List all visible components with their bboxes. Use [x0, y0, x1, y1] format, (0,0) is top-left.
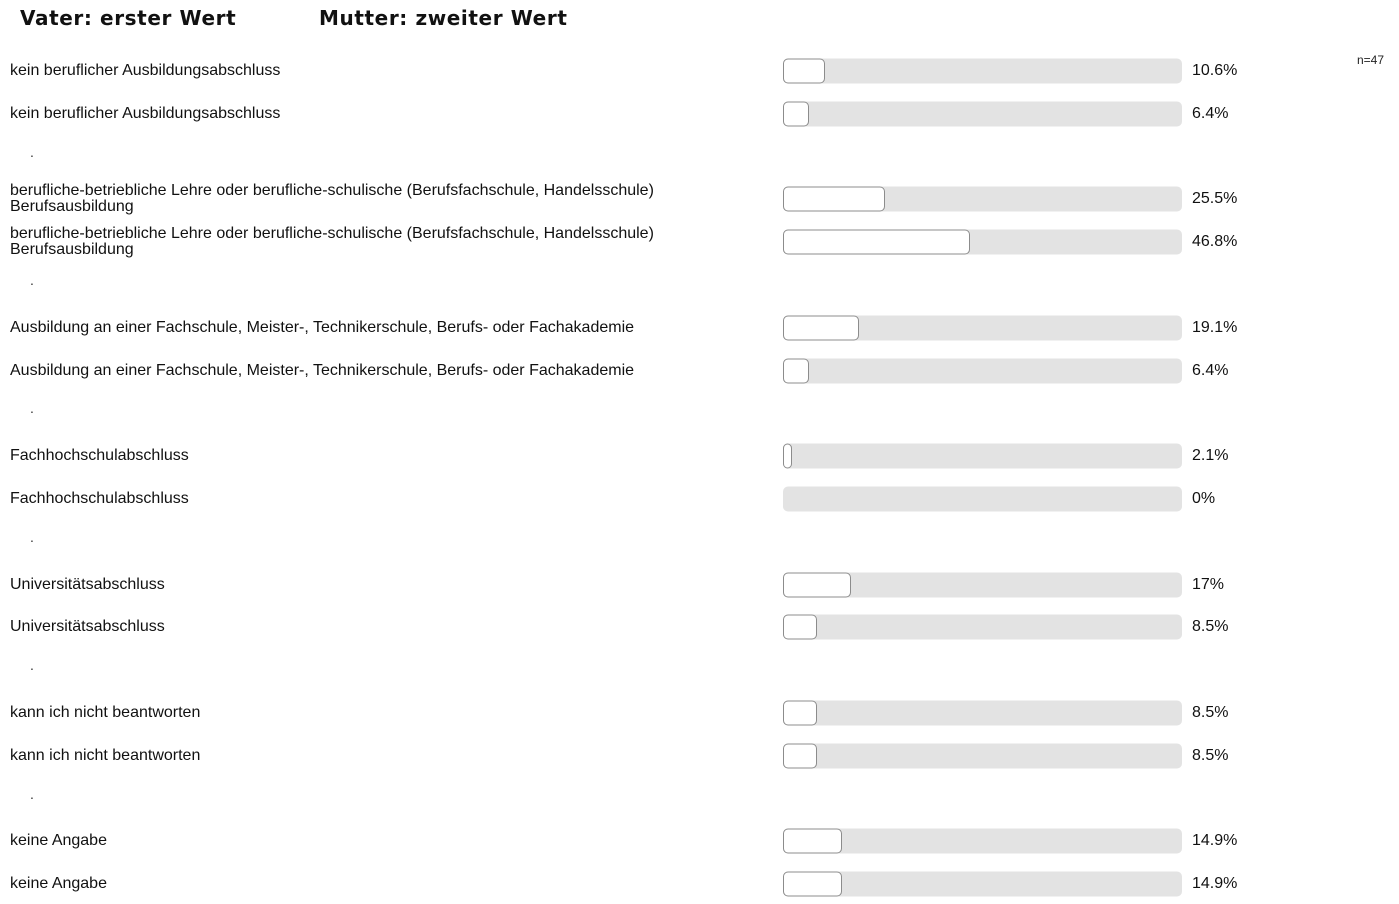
bar-fill	[783, 572, 851, 598]
group-separator: .	[30, 657, 34, 674]
bar-track	[783, 186, 1182, 212]
bar-row: keine Angabe 14.9%	[0, 864, 1340, 904]
bar-fill	[783, 871, 843, 897]
percent-label: 14.9%	[1192, 875, 1238, 893]
bar-fill	[783, 101, 809, 127]
bar-track	[783, 101, 1182, 127]
percent-label: 0%	[1192, 490, 1216, 507]
percent-label: 19.1%	[1192, 318, 1238, 336]
group-separator: .	[30, 785, 34, 802]
bar-fill	[783, 315, 860, 341]
bar-fill	[783, 828, 843, 854]
bar-track	[783, 58, 1182, 84]
bar-row: Fachhochschulabschluss 2.1%	[0, 436, 1340, 476]
bar-chart: kein beruflicher Ausbildungsabschluss 10.…	[0, 0, 1399, 897]
bar-row: keine Angabe 14.9%	[0, 821, 1340, 861]
bar-fill	[783, 358, 809, 384]
bar-track	[783, 315, 1182, 341]
bar-row: kein beruflicher Ausbildungsabschluss 10.…	[0, 51, 1340, 91]
percent-label: 6.4%	[1192, 361, 1229, 379]
bar-fill	[783, 700, 817, 726]
category-label: Ausbildung an einer Fachschule, Meister-…	[10, 318, 635, 336]
bar-fill	[783, 743, 817, 769]
percent-label: 8.5%	[1192, 746, 1229, 764]
category-label: berufliche-betriebliche Lehre oder beruf…	[10, 182, 654, 216]
percent-label: 25.5%	[1192, 190, 1238, 208]
category-label: Ausbildung an einer Fachschule, Meister-…	[10, 361, 635, 379]
percent-label: 17%	[1192, 575, 1225, 593]
group-separator: .	[30, 143, 34, 160]
bar-row: Fachhochschulabschluss 0%	[0, 479, 1340, 519]
bar-row: kann ich nicht beantworten 8.5%	[0, 736, 1340, 776]
bar-track	[783, 358, 1182, 384]
percent-label: 8.5%	[1192, 618, 1229, 636]
category-label: keine Angabe	[10, 875, 107, 893]
bar-track	[783, 828, 1182, 854]
bar-track	[783, 700, 1182, 726]
bar-track	[783, 229, 1182, 255]
bar-track	[783, 871, 1182, 897]
percent-label: 6.4%	[1192, 104, 1229, 122]
bar-track	[783, 443, 1182, 469]
bar-fill	[783, 443, 792, 469]
bar-row: Ausbildung an einer Fachschule, Meister-…	[0, 351, 1340, 391]
bar-track	[783, 486, 1182, 512]
group-separator: .	[30, 528, 34, 545]
percent-label: 10.6%	[1192, 62, 1238, 79]
bar-row: Universitätsabschluss 17%	[0, 565, 1340, 605]
category-label: Universitätsabschluss	[10, 575, 165, 593]
bar-track	[783, 614, 1182, 640]
category-label: Fachhochschulabschluss	[10, 447, 189, 465]
category-label: keine Angabe	[10, 832, 107, 850]
bar-row: Universitätsabschluss 8.5%	[0, 607, 1340, 647]
percent-label: 46.8%	[1192, 233, 1238, 251]
bar-row: berufliche-betriebliche Lehre oder beruf…	[0, 179, 1340, 219]
category-label: kann ich nicht beantworten	[10, 704, 201, 721]
bar-fill	[783, 58, 826, 84]
bar-row: berufliche-betriebliche Lehre oder beruf…	[0, 222, 1340, 262]
bar-fill	[783, 614, 817, 640]
bar-row: Ausbildung an einer Fachschule, Meister-…	[0, 308, 1340, 348]
group-separator: .	[30, 400, 34, 417]
category-label: kein beruflicher Ausbildungsabschluss	[10, 104, 281, 122]
group-separator: .	[30, 272, 34, 288]
percent-label: 8.5%	[1192, 704, 1229, 721]
bar-row: kein beruflicher Ausbildungsabschluss 6.4…	[0, 94, 1340, 134]
bar-track	[783, 743, 1182, 769]
bar-fill	[783, 186, 885, 212]
category-label: kann ich nicht beantworten	[10, 746, 201, 764]
category-label: Fachhochschulabschluss	[10, 490, 189, 507]
percent-label: 2.1%	[1192, 447, 1229, 465]
category-label: kein beruflicher Ausbildungsabschluss	[10, 62, 281, 79]
bar-row: kann ich nicht beantworten 8.5%	[0, 693, 1340, 733]
category-label: berufliche-betriebliche Lehre oder beruf…	[10, 225, 654, 259]
bar-fill	[783, 229, 970, 255]
bar-track	[783, 572, 1182, 598]
percent-label: 14.9%	[1192, 832, 1238, 850]
category-label: Universitätsabschluss	[10, 618, 165, 636]
